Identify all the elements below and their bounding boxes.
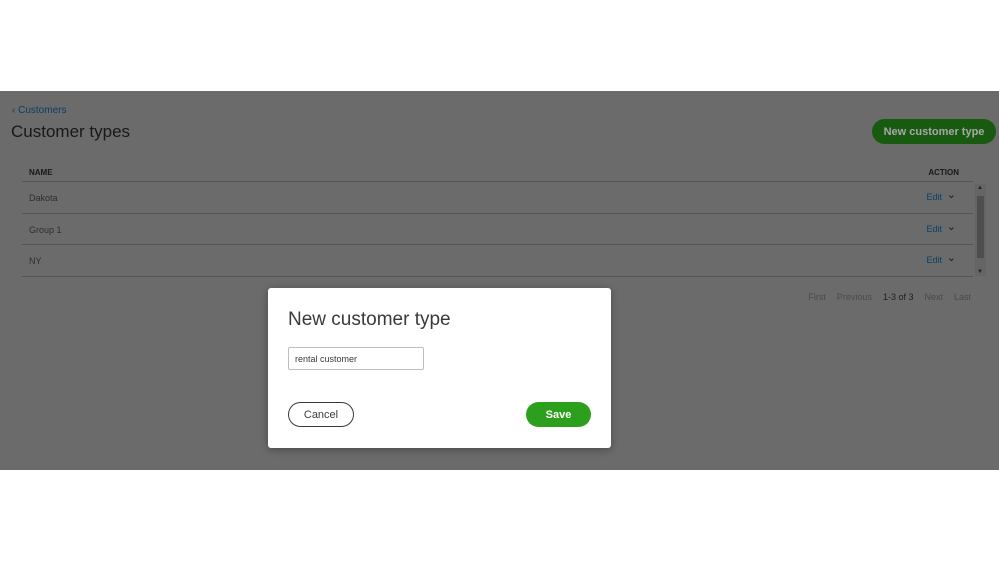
table-row: Dakota Edit ⌄ bbox=[22, 182, 973, 214]
pagination-first[interactable]: First bbox=[808, 292, 826, 302]
pagination-range: 1-3 of 3 bbox=[882, 292, 914, 302]
row-name: Dakota bbox=[29, 193, 58, 203]
cancel-button[interactable]: Cancel bbox=[288, 402, 354, 427]
chevron-down-icon[interactable]: ⌄ bbox=[947, 251, 956, 264]
edit-link[interactable]: Edit bbox=[926, 255, 942, 265]
pagination-previous[interactable]: Previous bbox=[837, 292, 872, 302]
column-header-name[interactable]: NAME bbox=[29, 168, 53, 177]
table-row: NY Edit ⌄ bbox=[22, 245, 973, 277]
save-button[interactable]: Save bbox=[526, 402, 591, 427]
new-customer-type-dialog: New customer type Cancel Save bbox=[268, 288, 611, 448]
scroll-up-icon[interactable]: ▲ bbox=[977, 185, 983, 191]
chevron-down-icon[interactable]: ⌄ bbox=[947, 220, 956, 233]
edit-link[interactable]: Edit bbox=[926, 192, 942, 202]
chevron-down-icon[interactable]: ⌄ bbox=[947, 188, 956, 201]
customer-type-name-input[interactable] bbox=[288, 347, 424, 370]
pagination: First Previous 1-3 of 3 Next Last bbox=[808, 292, 971, 302]
table-header: NAME ACTION bbox=[22, 163, 973, 182]
table-scrollbar[interactable]: ▲ ▼ bbox=[975, 184, 986, 276]
edit-link[interactable]: Edit bbox=[926, 224, 942, 234]
pagination-last[interactable]: Last bbox=[954, 292, 971, 302]
page-title: Customer types bbox=[11, 122, 131, 141]
row-name: Group 1 bbox=[29, 224, 62, 235]
new-customer-type-button[interactable]: New customer type bbox=[872, 119, 996, 144]
chevron-left-icon: ‹ bbox=[12, 105, 19, 116]
pagination-next[interactable]: Next bbox=[924, 292, 943, 302]
scroll-down-icon[interactable]: ▼ bbox=[977, 269, 983, 275]
scrollbar-thumb[interactable] bbox=[977, 196, 984, 258]
row-name: NY bbox=[29, 256, 42, 266]
column-header-action: ACTION bbox=[928, 168, 959, 177]
table-row: Group 1 Edit ⌄ bbox=[22, 214, 973, 245]
back-to-customers-link[interactable]: ‹ Customers bbox=[12, 105, 66, 116]
customer-types-table: NAME ACTION Dakota Edit ⌄ Group 1 Edit ⌄ NY E… bbox=[22, 163, 973, 277]
dialog-title: New customer type bbox=[288, 309, 451, 330]
